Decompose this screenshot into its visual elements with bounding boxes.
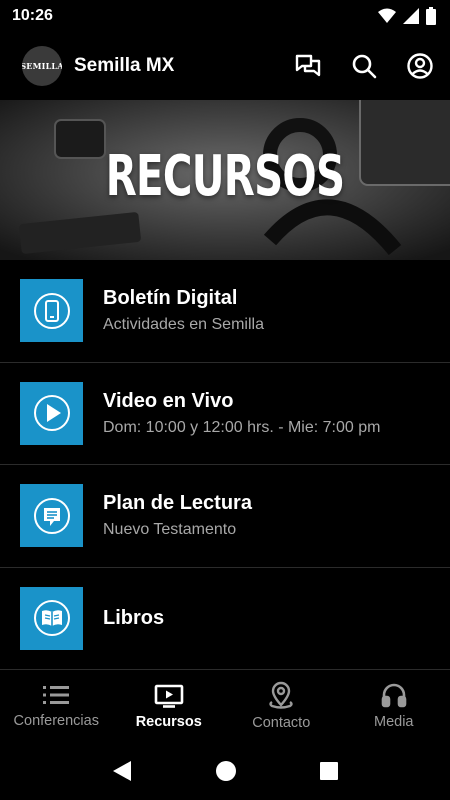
play-circle-icon <box>33 395 70 432</box>
nav-recursos[interactable]: Recursos <box>113 670 226 741</box>
headphones-icon <box>381 683 407 707</box>
status-bar: 10:26 <box>0 0 450 32</box>
resource-list: Boletín Digital Actividades en Semilla V… <box>0 260 450 670</box>
bottom-nav: Conferencias Recursos Contacto Media <box>0 669 450 741</box>
recents-icon[interactable] <box>319 761 339 781</box>
nav-label: Recursos <box>135 713 202 730</box>
item-title: Boletín Digital <box>103 287 238 310</box>
wifi-icon <box>378 8 396 23</box>
status-time: 10:26 <box>12 7 53 24</box>
item-subtitle: Actividades en Semilla <box>103 316 264 334</box>
search-button[interactable] <box>350 52 378 80</box>
item-title: Plan de Lectura <box>103 492 252 515</box>
book-icon <box>33 600 70 637</box>
hero-title: RECURSOS <box>105 144 345 209</box>
nav-label: Media <box>374 713 414 730</box>
home-icon[interactable] <box>215 760 237 782</box>
item-icon-tile <box>20 279 83 343</box>
list-icon <box>43 685 70 704</box>
signal-icon <box>403 8 419 24</box>
hero-banner: RECURSOS <box>0 100 450 260</box>
logo-text: SEMILLA <box>22 61 62 71</box>
item-icon-tile <box>20 586 83 650</box>
nav-contacto[interactable]: Contacto <box>225 670 338 741</box>
nav-media[interactable]: Media <box>338 670 450 741</box>
back-icon[interactable] <box>111 760 133 782</box>
tablet-icon <box>33 292 70 329</box>
location-icon <box>269 681 293 709</box>
list-item-video-en-vivo[interactable]: Video en Vivo Dom: 10:00 y 12:00 hrs. - … <box>0 363 450 465</box>
item-icon-tile <box>20 484 83 548</box>
tv-play-icon <box>154 684 184 708</box>
note-icon <box>33 497 70 534</box>
account-icon <box>407 53 433 79</box>
chat-button[interactable] <box>294 52 322 80</box>
item-title: Libros <box>103 606 165 629</box>
item-title: Video en Vivo <box>103 389 234 412</box>
nav-label: Conferencias <box>13 712 99 729</box>
app-bar: SEMILLA Semilla MX <box>0 32 450 100</box>
chat-icon <box>295 54 321 77</box>
status-icons <box>378 7 436 25</box>
item-icon-tile <box>20 381 83 445</box>
account-button[interactable] <box>406 52 434 80</box>
search-icon <box>352 54 377 79</box>
nav-label: Contacto <box>252 714 311 731</box>
battery-icon <box>426 7 436 25</box>
list-item-boletin-digital[interactable]: Boletín Digital Actividades en Semilla <box>0 260 450 363</box>
system-nav-bar <box>0 741 450 800</box>
app-title: Semilla MX <box>74 55 175 76</box>
item-subtitle: Dom: 10:00 y 12:00 hrs. - Mie: 7:00 pm <box>103 418 381 436</box>
item-subtitle: Nuevo Testamento <box>103 521 237 539</box>
list-item-libros[interactable]: Libros <box>0 568 450 670</box>
list-item-plan-de-lectura[interactable]: Plan de Lectura Nuevo Testamento <box>0 465 450 568</box>
app-logo: SEMILLA <box>22 46 62 86</box>
nav-conferencias[interactable]: Conferencias <box>0 670 113 741</box>
